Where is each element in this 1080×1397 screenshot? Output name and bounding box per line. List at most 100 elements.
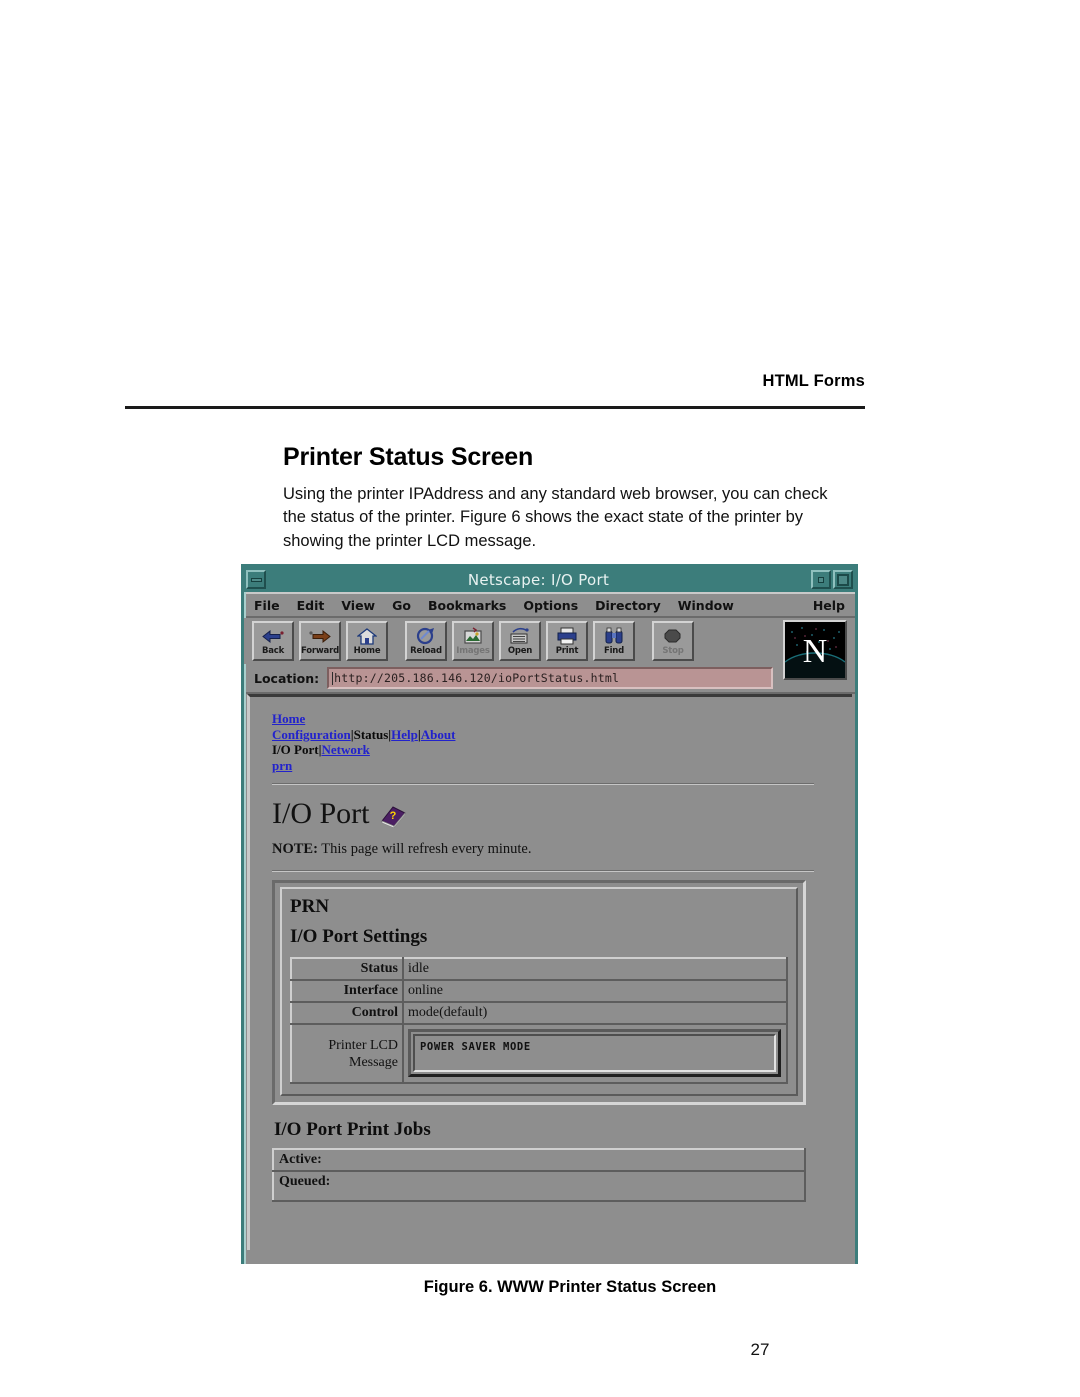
menu-item-edit[interactable]: Edit xyxy=(297,598,325,613)
house-icon xyxy=(357,627,377,646)
jobs-queued-label: Queued: xyxy=(272,1170,806,1202)
figure-caption: Figure 6. WWW Printer Status Screen xyxy=(423,1278,717,1296)
location-bar: Location: http://205.186.146.120/ioPortS… xyxy=(244,664,855,694)
menu-bar: File Edit View Go Bookmarks Options Dire… xyxy=(244,594,855,618)
header-rule xyxy=(125,406,865,409)
toolbar-label-back: Back xyxy=(261,645,285,656)
window-maximize-button[interactable] xyxy=(833,570,853,589)
svg-text:?: ? xyxy=(389,810,396,822)
nav-row-2: Configuration|Status|Help|About xyxy=(272,727,834,743)
link-prn[interactable]: prn xyxy=(272,758,292,773)
panel-inner: PRN I/O Port Settings Status idle Interf… xyxy=(280,887,798,1096)
lcd-label-line2: Message xyxy=(349,1054,398,1070)
port-name-heading: PRN xyxy=(290,896,330,917)
note-label: NOTE: xyxy=(272,841,318,857)
table-row: Control mode(default) xyxy=(290,1001,788,1025)
lcd-message-text: POWER SAVER MODE xyxy=(420,1041,531,1053)
page-number: 27 xyxy=(750,1340,770,1359)
lcd-message-inner: POWER SAVER MODE xyxy=(413,1034,776,1072)
menu-item-help[interactable]: Help xyxy=(813,598,845,613)
running-header: HTML Forms xyxy=(762,372,865,390)
toolbar-button-back[interactable]: Back xyxy=(252,621,294,661)
window-title-text: Netscape: I/O Port xyxy=(467,570,610,589)
page-navigation: Home Configuration|Status|Help|About I/O… xyxy=(272,711,834,773)
window-controls xyxy=(811,570,853,589)
stop-sign-icon xyxy=(664,627,682,646)
print-jobs-table: Active: Queued: xyxy=(272,1148,806,1202)
menu-item-go[interactable]: Go xyxy=(392,598,411,613)
page-title: Printer Status Screen xyxy=(283,443,534,471)
toolbar-button-reload[interactable]: Reload xyxy=(405,621,447,661)
io-port-heading: I/O Port ? xyxy=(272,797,834,831)
toolbar-button-print[interactable]: Print xyxy=(546,621,588,661)
settings-label-control: Control xyxy=(290,1001,404,1025)
browser-toolbar: Back Forward Home Reload Images Open Pri… xyxy=(244,618,855,680)
link-configuration[interactable]: Configuration xyxy=(272,727,351,742)
link-help[interactable]: Help xyxy=(391,727,418,742)
browser-chrome: File Edit View Go Bookmarks Options Dire… xyxy=(244,592,855,1250)
toolbar-button-images[interactable]: Images xyxy=(452,621,494,661)
document-page: HTML Forms Printer Status Screen Using t… xyxy=(0,0,1080,1397)
page-viewport: Home Configuration|Status|Help|About I/O… xyxy=(247,694,852,1250)
back-arrow-icon xyxy=(261,627,285,646)
toolbar-button-home[interactable]: Home xyxy=(346,621,388,661)
table-row: Queued: xyxy=(272,1170,806,1202)
toolbar-label-home: Home xyxy=(353,645,381,656)
nav-row-1: Home xyxy=(272,711,834,727)
menu-item-file[interactable]: File xyxy=(254,598,280,613)
window-restore-button[interactable] xyxy=(811,570,831,589)
location-input[interactable]: http://205.186.146.120/ioPortStatus.html xyxy=(327,667,773,689)
help-book-icon[interactable]: ? xyxy=(380,802,407,829)
settings-label-printer-lcd: Printer LCD Message xyxy=(290,1023,404,1084)
toolbar-button-open[interactable]: Open xyxy=(499,621,541,661)
refresh-note: NOTE: This page will refresh every minut… xyxy=(272,841,834,858)
note-text: This page will refresh every minute. xyxy=(321,841,532,857)
toolbar-button-forward[interactable]: Forward xyxy=(299,621,341,661)
menu-item-view[interactable]: View xyxy=(341,598,375,613)
settings-label-interface: Interface xyxy=(290,979,404,1003)
lcd-message-box[interactable]: POWER SAVER MODE xyxy=(408,1029,781,1077)
io-port-settings-panel: PRN I/O Port Settings Status idle Interf… xyxy=(272,880,806,1105)
settings-label-status: Status xyxy=(290,957,404,981)
location-value: http://205.186.146.120/ioPortStatus.html xyxy=(334,671,620,685)
toolbar-label-forward: Forward xyxy=(301,645,339,656)
menu-item-options[interactable]: Options xyxy=(523,598,578,613)
netscape-logo-letter: N xyxy=(803,633,828,670)
maximize-icon xyxy=(837,573,849,586)
menu-item-directory[interactable]: Directory xyxy=(595,598,661,613)
toolbar-label-images: Images xyxy=(456,645,490,656)
nav-row-3: I/O Port|Network xyxy=(272,742,834,758)
nav-current-status: Status xyxy=(353,726,389,742)
table-row: Active: xyxy=(272,1148,806,1172)
text-caret xyxy=(332,671,334,685)
print-jobs-heading: I/O Port Print Jobs xyxy=(274,1119,431,1140)
menu-item-window[interactable]: Window xyxy=(678,598,734,613)
divider-top xyxy=(272,783,814,785)
menu-item-bookmarks[interactable]: Bookmarks xyxy=(428,598,506,613)
toolbar-button-stop[interactable]: Stop xyxy=(652,621,694,661)
toolbar-label-print: Print xyxy=(555,645,579,656)
io-port-heading-text: I/O Port xyxy=(272,797,370,830)
table-row: Interface online xyxy=(290,979,788,1003)
link-about[interactable]: About xyxy=(421,727,456,742)
toolbar-label-find: Find xyxy=(603,645,625,656)
nav-row-4: prn xyxy=(272,758,834,774)
toolbar-label-open: Open xyxy=(507,645,533,656)
window-minimize-button[interactable] xyxy=(246,570,266,589)
settings-value-control: mode(default) xyxy=(402,1001,788,1025)
link-home[interactable]: Home xyxy=(272,711,305,726)
netscape-logo[interactable]: N xyxy=(783,620,847,680)
link-network[interactable]: Network xyxy=(321,742,369,757)
table-row: Printer LCD Message POWER SAVER MODE xyxy=(290,1023,788,1084)
reload-icon xyxy=(416,627,436,646)
forward-arrow-icon xyxy=(308,627,332,646)
toolbar-button-find[interactable]: Find xyxy=(593,621,635,661)
netscape-window: Netscape: I/O Port File Edit View Go Boo… xyxy=(241,564,858,1264)
images-icon xyxy=(463,627,484,646)
restore-icon xyxy=(818,576,824,583)
divider-middle xyxy=(272,870,814,872)
open-icon xyxy=(509,627,531,646)
lcd-label-line1: Printer LCD xyxy=(328,1037,398,1053)
jobs-active-label: Active: xyxy=(272,1148,806,1172)
toolbar-label-stop: Stop xyxy=(662,645,684,656)
